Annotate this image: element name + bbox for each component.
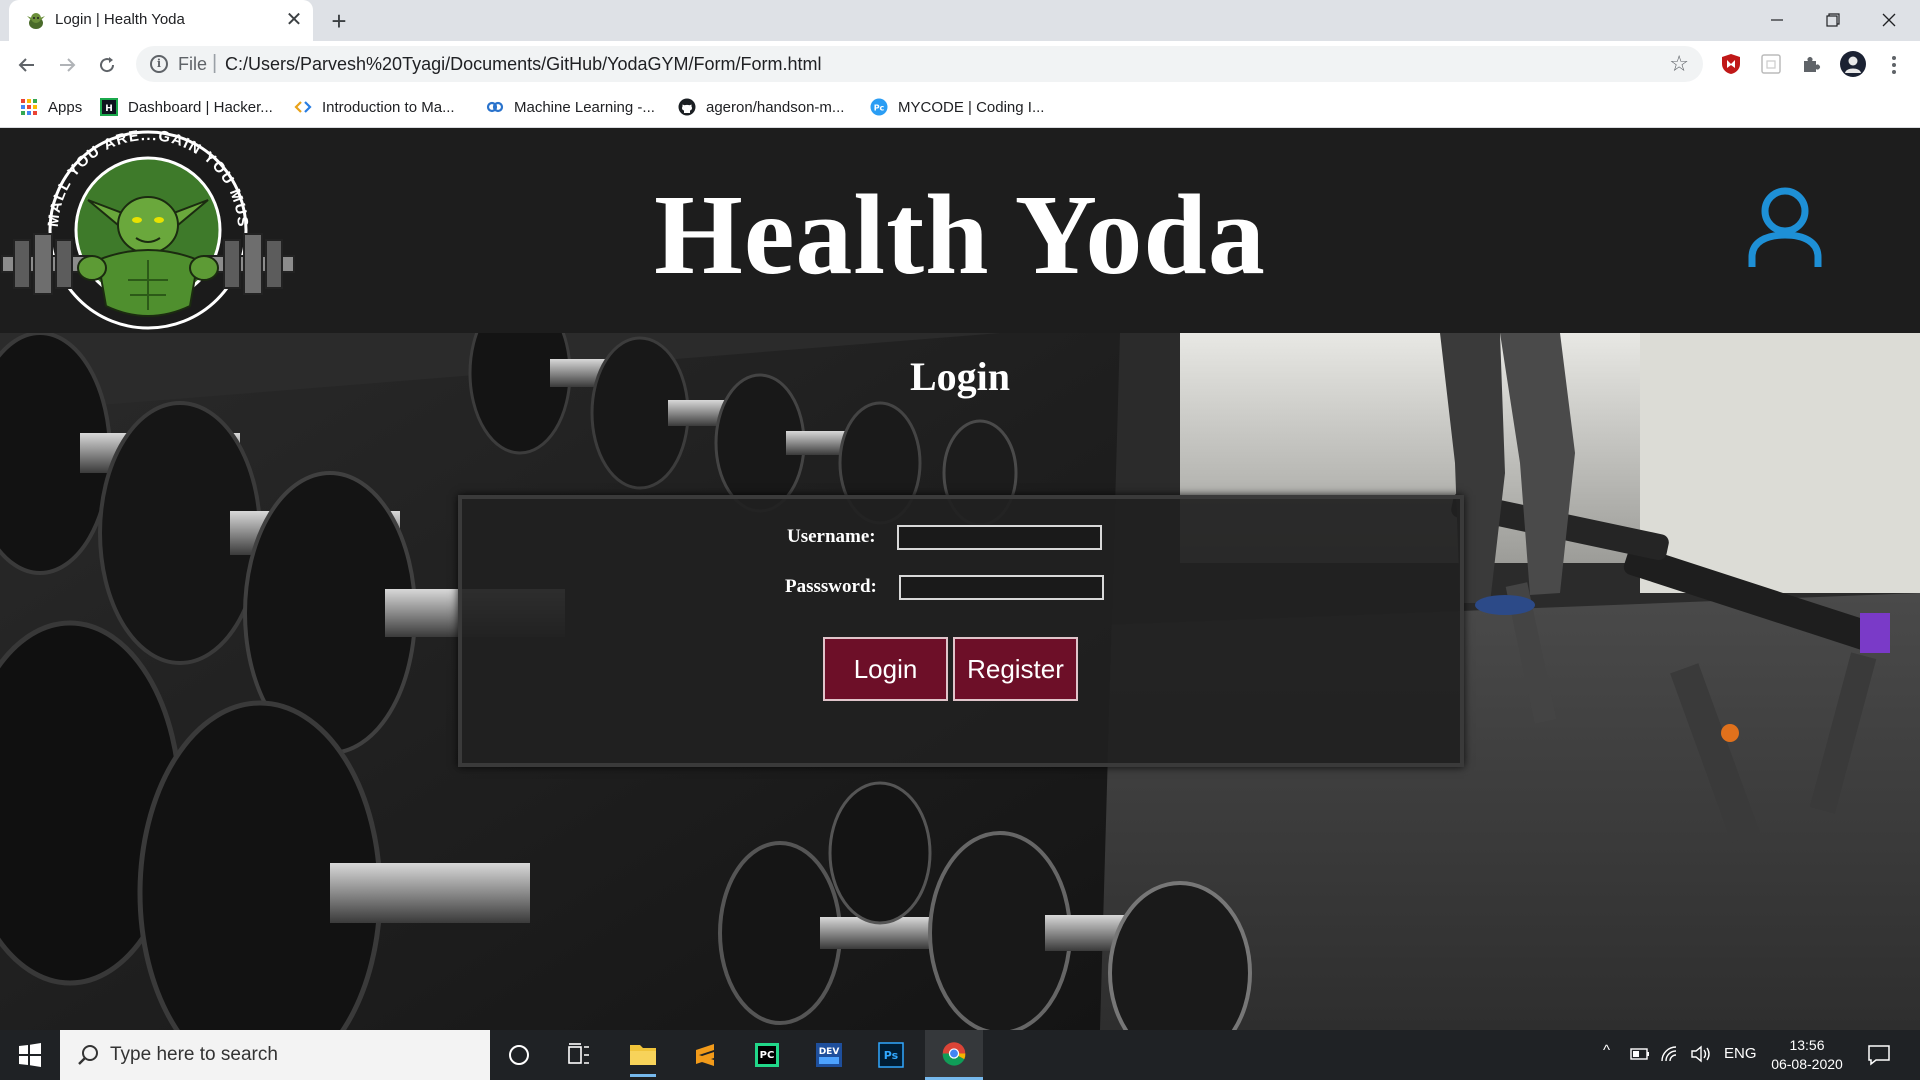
profile-avatar-icon[interactable] xyxy=(1840,51,1866,77)
password-input[interactable] xyxy=(899,575,1104,600)
sublime-text-icon[interactable] xyxy=(676,1030,734,1080)
username-label: Username: xyxy=(787,526,876,547)
bookmark-machine-learning[interactable]: Machine Learning -... xyxy=(486,95,655,119)
action-center-icon[interactable] xyxy=(1866,1042,1892,1068)
bookmark-star-icon[interactable]: ☆ xyxy=(1669,51,1689,77)
bookmark-mycode[interactable]: Pc MYCODE | Coding I... xyxy=(870,95,1044,119)
github-icon xyxy=(678,98,696,116)
file-explorer-icon[interactable] xyxy=(614,1030,672,1080)
address-bar[interactable]: i File | C:/Users/Parvesh%20Tyagi/Docume… xyxy=(136,46,1703,82)
tab-title: Login | Health Yoda xyxy=(55,11,185,28)
password-label: Passsword: xyxy=(785,576,877,597)
clock-date: 06-08-2020 xyxy=(1771,1056,1843,1072)
apps-grid-icon xyxy=(21,99,37,115)
svg-text:PC: PC xyxy=(760,1050,775,1061)
windows-start-icon[interactable] xyxy=(0,1030,60,1080)
bookmark-label: ageron/handson-m... xyxy=(706,98,845,116)
chrome-icon[interactable] xyxy=(925,1030,983,1080)
code-icon xyxy=(294,101,312,113)
svg-text:H: H xyxy=(105,104,113,114)
bookmark-label: MYCODE | Coding I... xyxy=(898,98,1045,116)
search-placeholder: Type here to search xyxy=(110,1044,278,1065)
extension-box-icon[interactable] xyxy=(1760,53,1782,75)
reload-icon[interactable] xyxy=(92,49,122,79)
minimize-window-icon[interactable] xyxy=(1749,0,1805,40)
photoshop-icon[interactable]: Ps xyxy=(862,1030,920,1080)
mcafee-shield-icon[interactable] xyxy=(1720,53,1742,75)
back-arrow-icon[interactable] xyxy=(12,49,42,79)
restore-window-icon[interactable] xyxy=(1805,0,1861,40)
close-window-icon[interactable] xyxy=(1861,0,1917,40)
bookmarks-bar: Apps H Dashboard | Hacker... Introductio… xyxy=(0,87,1920,128)
battery-icon[interactable] xyxy=(1630,1047,1650,1061)
extensions-puzzle-icon[interactable] xyxy=(1800,53,1822,75)
taskbar-search-box[interactable]: Type here to search xyxy=(60,1030,490,1080)
site-header: SMALL YOU ARE...GAIN YOU MUST Health Yod… xyxy=(0,128,1920,333)
new-tab-button[interactable]: + xyxy=(324,6,354,36)
svg-text:DEV: DEV xyxy=(819,1047,840,1057)
login-heading: Login xyxy=(909,354,1011,399)
bookmark-label: Machine Learning -... xyxy=(514,98,655,116)
wifi-icon[interactable] xyxy=(1660,1045,1680,1063)
pycharm-icon[interactable]: PC xyxy=(738,1030,796,1080)
browser-tabstrip: Login | Health Yoda ✕ + xyxy=(0,0,1920,41)
bookmark-label: Dashboard | Hacker... xyxy=(128,98,273,116)
language-indicator[interactable]: ENG xyxy=(1724,1045,1757,1062)
windows-taskbar: Type here to search PC DEV Ps ^ ENG 13:5… xyxy=(0,1030,1920,1080)
forward-arrow-icon[interactable] xyxy=(52,49,82,79)
task-view-icon[interactable] xyxy=(550,1030,608,1080)
browser-tab[interactable]: Login | Health Yoda ✕ xyxy=(9,0,313,41)
tab-close-icon[interactable]: ✕ xyxy=(281,7,307,33)
url-scheme: File xyxy=(178,54,208,74)
bookmark-hackerrank[interactable]: H Dashboard | Hacker... xyxy=(100,95,273,119)
bookmark-introduction[interactable]: Introduction to Ma... xyxy=(294,95,455,119)
coursera-icon xyxy=(486,101,504,113)
taskbar-clock[interactable]: 13:56 06-08-2020 xyxy=(1762,1036,1852,1074)
volume-icon[interactable] xyxy=(1690,1045,1712,1063)
login-button[interactable]: Login xyxy=(823,637,948,701)
cortana-icon[interactable] xyxy=(490,1030,548,1080)
username-input[interactable] xyxy=(897,525,1102,550)
url-text[interactable]: C:/Users/Parvesh%20Tyagi/Documents/GitHu… xyxy=(225,54,822,75)
show-hidden-icons-icon[interactable]: ^ xyxy=(1603,1042,1610,1059)
url-separator: | xyxy=(212,52,218,74)
clock-time: 13:56 xyxy=(1789,1037,1825,1053)
user-account-icon[interactable] xyxy=(1748,187,1822,269)
svg-text:Pc: Pc xyxy=(874,104,885,113)
site-title: Health Yoda xyxy=(654,171,1266,298)
bookmark-label: Apps xyxy=(48,98,83,116)
register-button[interactable]: Register xyxy=(953,637,1078,701)
web-page: SMALL YOU ARE...GAIN YOU MUST Health Yod… xyxy=(0,128,1920,1030)
svg-text:Ps: Ps xyxy=(884,1049,899,1062)
site-info-icon[interactable]: i xyxy=(150,55,168,73)
bookmark-github[interactable]: ageron/handson-m... xyxy=(678,95,844,119)
bookmark-label: Introduction to Ma... xyxy=(322,98,455,116)
chrome-menu-icon[interactable] xyxy=(1879,49,1909,79)
hackerrank-icon: H xyxy=(100,98,118,116)
bookmark-apps[interactable]: Apps xyxy=(20,95,82,119)
yoda-favicon-icon xyxy=(27,13,45,29)
search-icon xyxy=(78,1045,98,1065)
mycode-icon: Pc xyxy=(870,98,888,116)
dev-cpp-icon[interactable]: DEV xyxy=(800,1030,858,1080)
browser-toolbar: i File | C:/Users/Parvesh%20Tyagi/Docume… xyxy=(0,41,1920,87)
